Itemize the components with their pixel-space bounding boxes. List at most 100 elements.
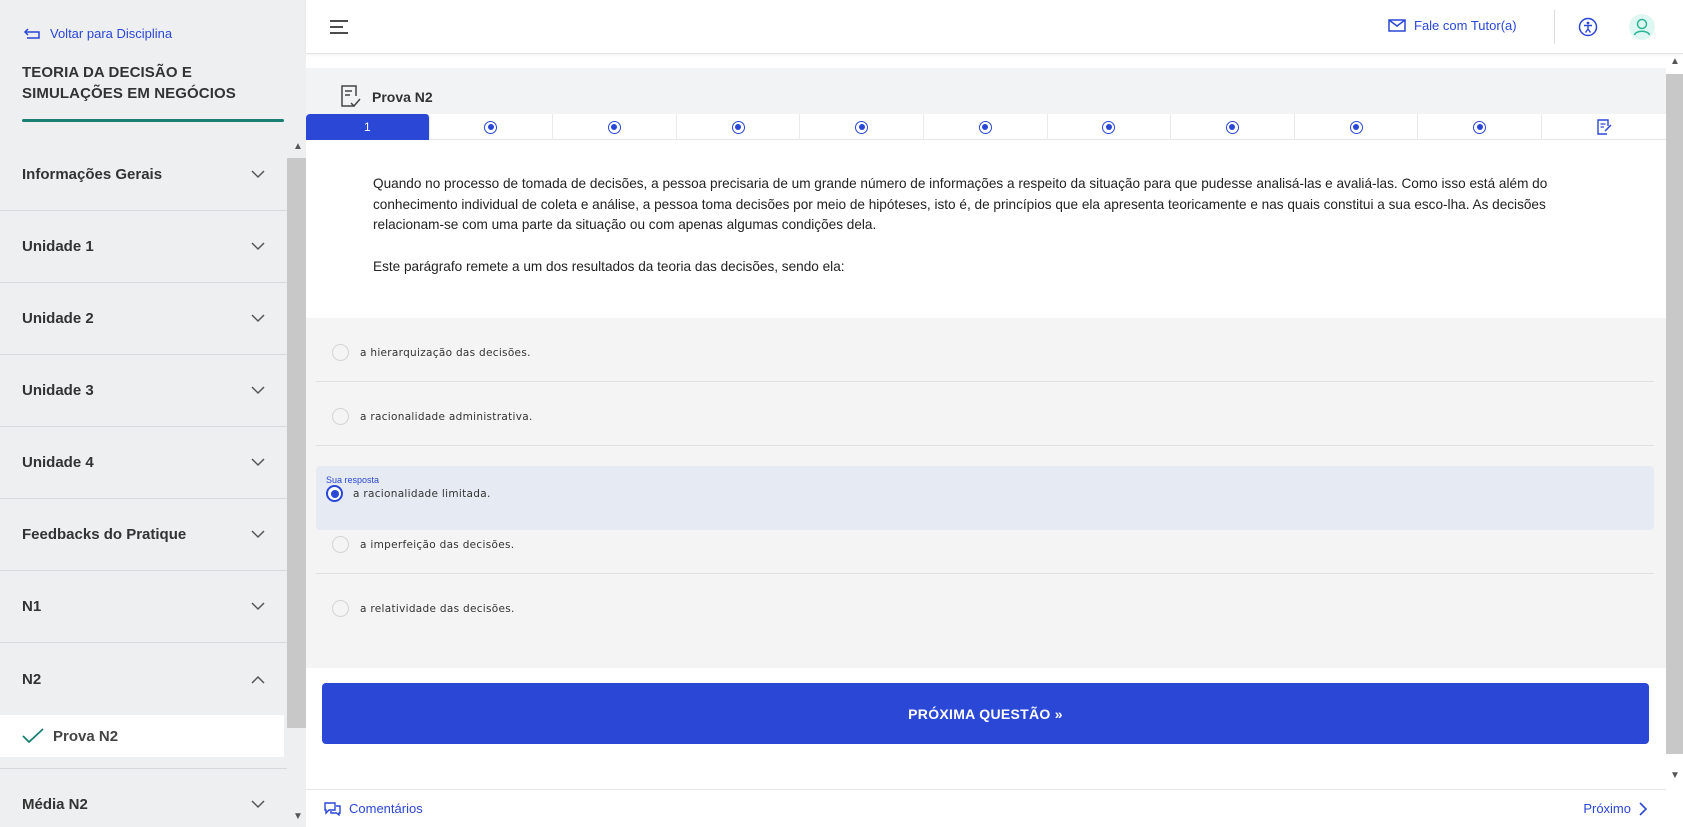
question-paragraph: Quando no processo de tomada de decisões… xyxy=(373,176,1548,232)
answer-option-text: a hierarquização das decisões. xyxy=(360,347,531,359)
chevron-down-icon xyxy=(251,170,265,179)
question-answered-dot xyxy=(1349,120,1363,134)
sidebar-item-label: Informações Gerais xyxy=(22,166,163,183)
question-answered-dot xyxy=(1225,120,1239,134)
exam-title: Prova N2 xyxy=(372,89,433,105)
sidebar-scroll-down-arrow[interactable]: ▼ xyxy=(290,811,306,823)
sidebar-subitem-label: Prova N2 xyxy=(53,727,119,745)
accessibility-icon[interactable] xyxy=(1578,17,1598,37)
answer-options: a hierarquização das decisões. a raciona… xyxy=(306,318,1666,668)
sidebar-item-label: Unidade 3 xyxy=(22,382,94,399)
contact-tutor-label: Fale com Tutor(a) xyxy=(1414,18,1517,33)
question-tab-4[interactable] xyxy=(677,114,801,140)
exam-document-icon xyxy=(341,85,361,108)
main-scroll-up-arrow[interactable]: ▲ xyxy=(1667,56,1683,70)
sidebar-item-label: N2 xyxy=(22,670,42,688)
question-statement: Quando no processo de tomada de decisões… xyxy=(373,174,1593,277)
finish-exam-icon xyxy=(1597,119,1612,135)
question-answered-dot xyxy=(1473,120,1487,134)
main-scrollbar-thumb[interactable] xyxy=(1666,74,1683,754)
answer-option-a[interactable]: a hierarquização das decisões. xyxy=(316,318,1654,382)
sidebar-item-label: Feedbacks do Pratique xyxy=(22,526,187,543)
contact-tutor-link[interactable]: Fale com Tutor(a) xyxy=(1388,18,1517,33)
finish-exam-tab[interactable] xyxy=(1542,114,1666,140)
answer-option-text: a racionalidade administrativa. xyxy=(360,411,533,423)
course-title: TEORIA DA DECISÃO E SIMULAÇÕES EM NEGÓCI… xyxy=(22,64,236,102)
question-answered-dot xyxy=(855,120,869,134)
question-tab-5[interactable] xyxy=(800,114,924,140)
hamburger-menu-icon[interactable] xyxy=(330,20,348,34)
main-scroll-down-arrow[interactable]: ▼ xyxy=(1667,770,1683,784)
question-answered-dot xyxy=(978,120,992,134)
question-prompt: Este parágrafo remete a um dos resultado… xyxy=(373,258,845,274)
answer-option-text: a racionalidade limitada. xyxy=(353,488,491,500)
sidebar-item-unidade-3[interactable]: Unidade 3 xyxy=(0,355,287,427)
chevron-down-icon xyxy=(251,602,265,611)
back-to-course-link[interactable]: Voltar para Disciplina xyxy=(22,26,172,41)
user-avatar-icon[interactable] xyxy=(1629,14,1655,40)
chevron-down-icon xyxy=(251,530,265,539)
sidebar-scroll-up-arrow[interactable]: ▲ xyxy=(290,141,306,153)
question-tab-9[interactable] xyxy=(1295,114,1419,140)
sidebar-item-label: Unidade 1 xyxy=(22,238,94,255)
question-tab-3[interactable] xyxy=(553,114,677,140)
sidebar-item-unidade-1[interactable]: Unidade 1 xyxy=(0,211,287,283)
radio-button[interactable] xyxy=(332,344,349,361)
question-tab-8[interactable] xyxy=(1171,114,1295,140)
answer-option-text: a relatividade das decisões. xyxy=(360,603,515,615)
question-tab-6[interactable] xyxy=(924,114,1048,140)
question-answered-dot xyxy=(607,120,621,134)
answer-option-b[interactable]: a racionalidade administrativa. xyxy=(316,382,1654,446)
comments-link[interactable]: Comentários xyxy=(324,801,423,816)
question-navigator: 1 xyxy=(306,114,1666,140)
question-answered-dot xyxy=(484,120,498,134)
question-tab-10[interactable] xyxy=(1418,114,1542,140)
sidebar-item-feedbacks-do-pratique[interactable]: Feedbacks do Pratique xyxy=(0,499,287,571)
comments-icon xyxy=(324,802,341,816)
sidebar-scrollbar-thumb[interactable] xyxy=(287,158,306,728)
chevron-up-icon xyxy=(251,675,265,684)
chevron-right-icon xyxy=(1639,801,1648,816)
radio-button[interactable] xyxy=(332,536,349,553)
chevron-down-icon xyxy=(251,242,265,251)
sidebar-item-label: N1 xyxy=(22,598,42,615)
sidebar-item-label: Unidade 4 xyxy=(22,454,94,471)
chevron-down-icon xyxy=(251,314,265,323)
answer-option-e[interactable]: a relatividade das decisões. xyxy=(316,574,1654,638)
chevron-down-icon xyxy=(251,799,265,808)
sidebar-item-n2[interactable]: N2 xyxy=(0,643,287,715)
next-page-link[interactable]: Próximo xyxy=(1583,801,1648,816)
return-arrow-icon xyxy=(23,27,40,39)
sidebar-item-unidade-4[interactable]: Unidade 4 xyxy=(0,427,287,499)
top-bar: Fale com Tutor(a) xyxy=(306,0,1683,54)
sidebar-subitem-prova-n2[interactable]: Prova N2 xyxy=(0,715,284,757)
question-tab-7[interactable] xyxy=(1048,114,1172,140)
chevron-down-icon xyxy=(251,386,265,395)
checkmark-icon xyxy=(22,728,44,744)
next-page-label: Próximo xyxy=(1583,801,1631,816)
answer-option-text: a imperfeição das decisões. xyxy=(360,539,515,551)
comments-label: Comentários xyxy=(349,801,423,816)
sidebar-item-n1[interactable]: N1 xyxy=(0,571,287,643)
question-answered-dot xyxy=(731,120,745,134)
sidebar-item-unidade-2[interactable]: Unidade 2 xyxy=(0,283,287,355)
sidebar-item-label: Média N2 xyxy=(22,795,88,813)
exam-header: Prova N2 xyxy=(306,68,1666,114)
chevron-down-icon xyxy=(251,458,265,467)
your-answer-label: Sua resposta xyxy=(326,475,380,485)
question-tab-2[interactable] xyxy=(430,114,554,140)
question-tab-1[interactable]: 1 xyxy=(306,114,430,140)
radio-button[interactable] xyxy=(332,600,349,617)
footer-bar: Comentários Próximo xyxy=(306,789,1666,827)
sidebar-item-media-n2[interactable]: Média N2 xyxy=(0,768,287,827)
sidebar-item-informacoes-gerais[interactable]: Informações Gerais xyxy=(0,139,287,211)
back-to-course-label: Voltar para Disciplina xyxy=(50,26,173,41)
radio-button[interactable] xyxy=(332,408,349,425)
next-question-button[interactable]: PRÓXIMA QUESTÃO » xyxy=(322,683,1649,744)
sidebar-item-label: Unidade 2 xyxy=(22,310,94,327)
mail-icon xyxy=(1388,19,1406,32)
question-tab-number: 1 xyxy=(363,120,371,134)
sidebar: Voltar para Disciplina TEORIA DA DECISÃO… xyxy=(0,0,306,827)
radio-button-selected[interactable] xyxy=(326,485,343,502)
answer-option-d[interactable]: a imperfeição das decisões. xyxy=(316,510,1654,574)
